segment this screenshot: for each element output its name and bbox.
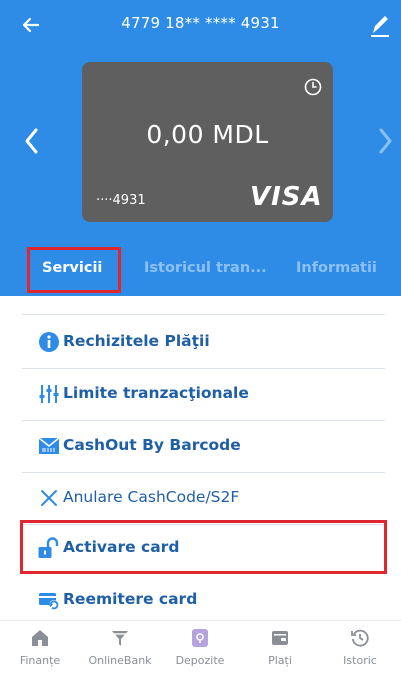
nav-label: Plați bbox=[268, 654, 292, 667]
nav-label: Istoric bbox=[343, 654, 377, 667]
page-title: 4779 18** **** 4931 bbox=[121, 14, 280, 32]
service-label: CashOut By Barcode bbox=[63, 436, 241, 454]
barcode-envelope-icon bbox=[38, 437, 60, 454]
service-item-cashout-barcode[interactable]: CashOut By Barcode bbox=[0, 420, 401, 472]
service-item-anulare-cashcode[interactable]: Anulare CashCode/S2F bbox=[0, 472, 401, 524]
service-label: Limite tranzacţionale bbox=[63, 384, 249, 402]
highlight-box-servicii bbox=[27, 247, 121, 293]
clock-icon[interactable] bbox=[304, 78, 322, 96]
home-icon bbox=[32, 630, 48, 646]
nav-onlinebank[interactable]: OnlineBank bbox=[80, 621, 160, 676]
top-bar: 4779 18** **** 4931 bbox=[0, 0, 401, 52]
x-icon bbox=[41, 490, 57, 506]
service-label: Anulare CashCode/S2F bbox=[63, 488, 240, 506]
bottom-navigation: Finanțe OnlineBank Depozite Plați Istori… bbox=[0, 620, 401, 675]
service-item-rechizitele[interactable]: Rechizitele Plăţii bbox=[0, 316, 401, 368]
service-label: Reemitere card bbox=[63, 590, 198, 608]
pencil-icon[interactable] bbox=[368, 12, 392, 38]
sliders-icon bbox=[39, 385, 59, 403]
service-item-reemitere-card[interactable]: Reemitere card bbox=[0, 574, 401, 626]
wallet-icon bbox=[272, 631, 288, 645]
next-card-arrow-icon[interactable] bbox=[375, 127, 395, 155]
history-icon bbox=[351, 629, 369, 647]
nav-istoric[interactable]: Istoric bbox=[320, 621, 400, 676]
visa-logo: VISA bbox=[250, 182, 323, 212]
nav-label: OnlineBank bbox=[88, 654, 152, 667]
card-balance: 0,00 MDL bbox=[146, 120, 269, 149]
bank-card: 0,00 MDL ····4931 VISA bbox=[82, 62, 333, 222]
deposit-icon bbox=[192, 629, 208, 647]
masked-card-number: ····4931 bbox=[96, 193, 146, 208]
tab-informatii[interactable]: Informatii bbox=[296, 260, 377, 276]
service-label: Rechizitele Plăţii bbox=[63, 332, 210, 350]
tab-istoricul-tranzactiilor[interactable]: Istoricul tran... bbox=[144, 260, 267, 276]
nav-finante[interactable]: Finanțe bbox=[0, 621, 80, 676]
service-item-limite[interactable]: Limite tranzacţionale bbox=[0, 368, 401, 420]
divider bbox=[22, 314, 385, 315]
nav-label: Depozite bbox=[175, 654, 225, 667]
info-icon bbox=[39, 332, 59, 352]
nav-depozite[interactable]: Depozite bbox=[160, 621, 240, 676]
card-refresh-icon bbox=[39, 593, 59, 610]
highlight-box-activare-card bbox=[20, 520, 387, 574]
nav-plati[interactable]: Plați bbox=[240, 621, 320, 676]
previous-card-arrow-icon[interactable] bbox=[22, 127, 42, 155]
nav-label: Finanțe bbox=[19, 654, 61, 667]
filter-icon bbox=[112, 631, 128, 646]
